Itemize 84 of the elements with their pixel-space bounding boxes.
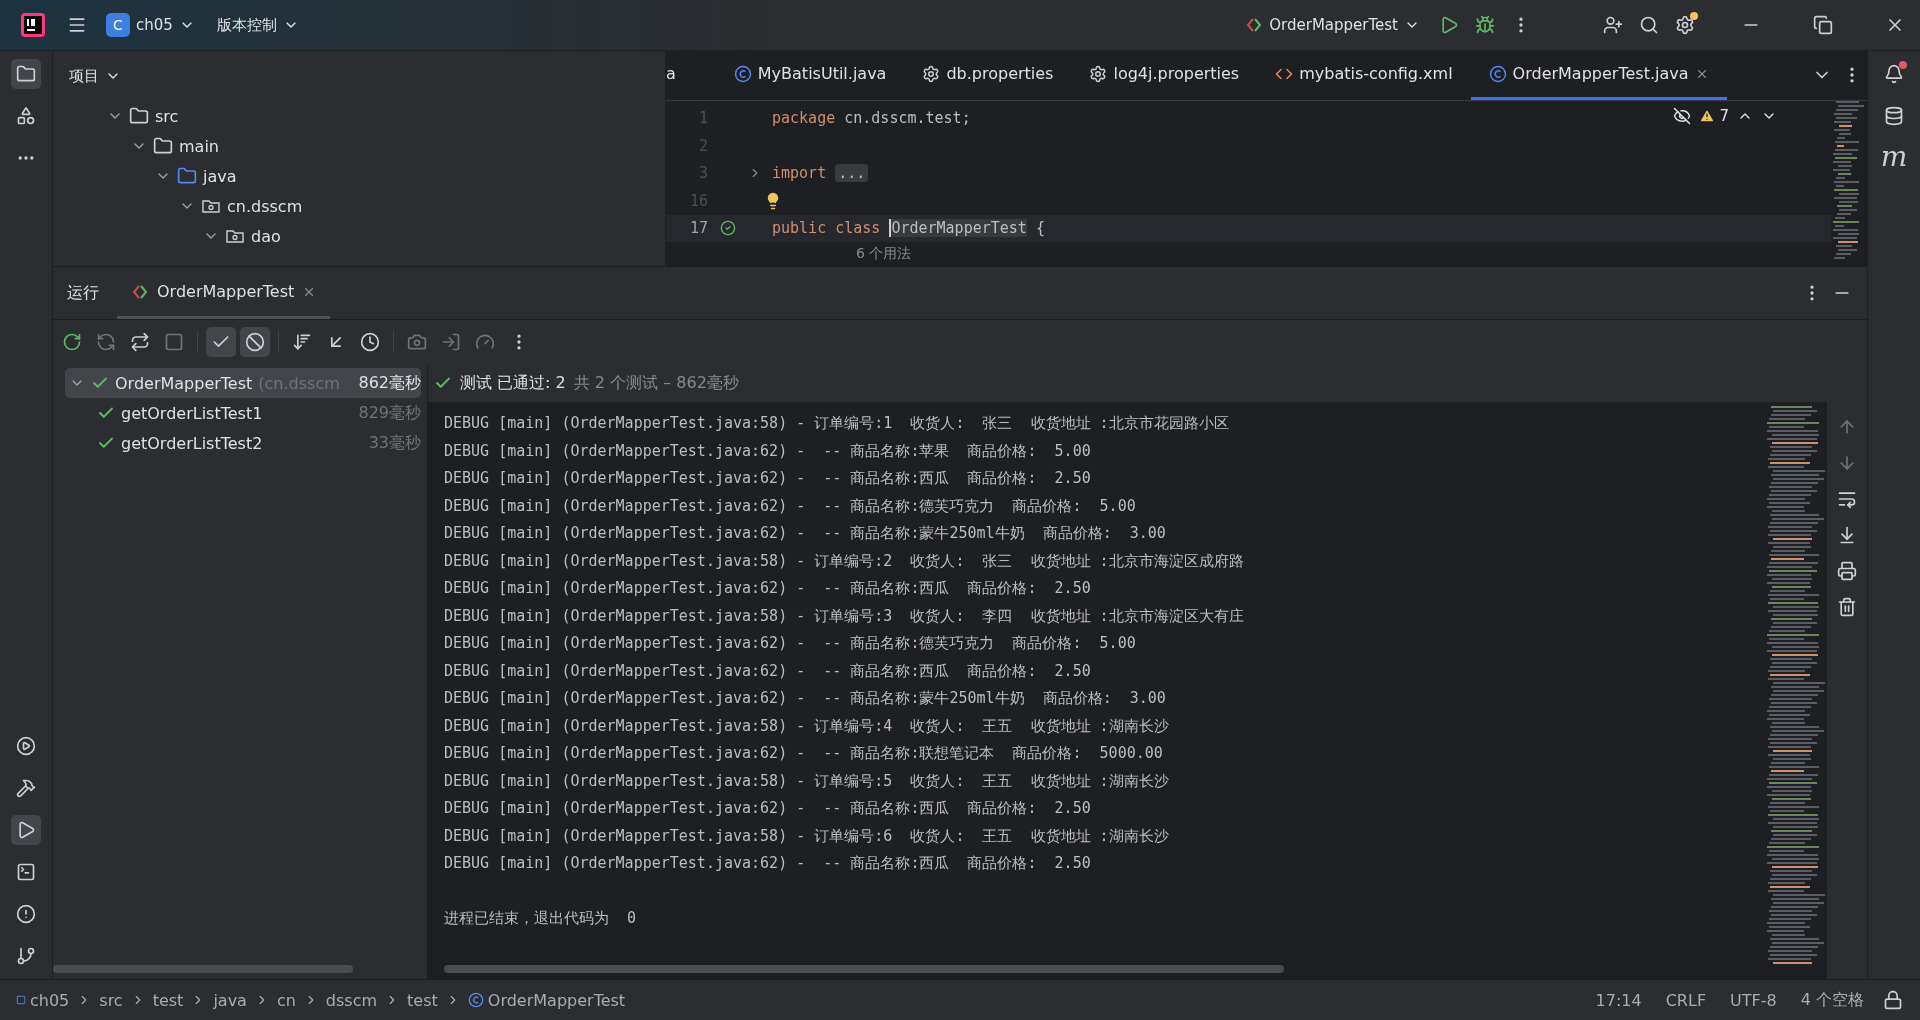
editor-tab[interactable]: a (666, 51, 676, 100)
breadcrumb[interactable]: cn (272, 988, 300, 1012)
show-passed-icon[interactable] (206, 327, 236, 357)
run-config-selector[interactable]: OrderMapperTest (1237, 11, 1428, 39)
log-line: DEBUG [main] (OrderMapperTest.java:58) - 订单编号:1 收货人: 张三 收货地址 :北京市花园路小区 (444, 413, 1230, 434)
code-line: public class OrderMapperTest { (772, 219, 1045, 238)
log-line: DEBUG [main] (OrderMapperTest.java:58) - 订单编号:6 收货人: 王五 收货地址 :湖南长沙 (444, 825, 1170, 847)
log-line: DEBUG [main] (OrderMapperTest.java:62) - -- 商品名称:蒙牛250ml牛奶 商品价格: 3.00 (444, 523, 1167, 544)
breadcrumb[interactable]: OrderMapperTest (463, 988, 630, 1012)
caret-position[interactable]: 17:14 (1585, 988, 1652, 1012)
folder-icon (177, 166, 197, 186)
tree-item-label[interactable]: main (179, 136, 219, 156)
tree-item-label[interactable]: cn.dsscm (227, 196, 303, 216)
scrollbar[interactable] (53, 965, 353, 973)
breadcrumb[interactable]: java (209, 988, 251, 1012)
log-line: DEBUG [main] (OrderMapperTest.java:58) - 订单编号:4 收货人: 王五 收货地址 :湖南长沙 (444, 715, 1170, 737)
folder-icon (129, 106, 149, 126)
folder-icon (153, 136, 173, 156)
scrollbar[interactable] (444, 965, 1284, 973)
test-row[interactable]: getOrderListTest2 33毫秒 (65, 428, 421, 458)
test-config-icon (1245, 16, 1264, 34)
usages-hint[interactable]: 6 个用法 (856, 245, 912, 263)
app-logo[interactable] (20, 12, 46, 38)
tree-item-label[interactable]: src (155, 106, 179, 126)
class-icon (733, 64, 752, 83)
log-line: DEBUG [main] (OrderMapperTest.java:62) - -- 商品名称:西瓜 商品价格: 2.50 (444, 798, 1092, 819)
class-icon (467, 992, 484, 1008)
run-test-icon[interactable] (720, 220, 736, 237)
tree-item-label[interactable]: java (203, 166, 237, 186)
code-line: package cn.dsscm.test; (772, 109, 971, 128)
test-name: OrderMapperTest (115, 373, 253, 393)
project-selector[interactable]: C ch05 (98, 8, 203, 42)
line-number: 17 (688, 219, 708, 238)
line-ending[interactable]: CRLF (1655, 988, 1717, 1012)
test-row[interactable]: getOrderListTest1 829毫秒 (65, 398, 421, 428)
test-duration: 862毫秒 (358, 372, 421, 394)
class-icon (1488, 64, 1507, 83)
gear-icon (922, 64, 941, 83)
file-encoding[interactable]: UTF-8 (1720, 988, 1787, 1012)
log-line: DEBUG [main] (OrderMapperTest.java:62) - -- 商品名称:德芙巧克力 商品价格: 5.00 (444, 633, 1137, 654)
log-line: DEBUG [main] (OrderMapperTest.java:62) - -- 商品名称:西瓜 商品价格: 2.50 (444, 578, 1092, 599)
warnings-count[interactable]: 7 (1699, 106, 1729, 125)
test-summary: 共 2 个测试 – 862毫秒 (573, 372, 739, 394)
module-icon (16, 995, 26, 1005)
test-duration: 33毫秒 (368, 432, 421, 454)
breadcrumb[interactable]: test (148, 988, 188, 1012)
exit-message: 进程已结束，退出代码为 0 (444, 907, 638, 929)
breadcrumb[interactable]: dsscm (321, 988, 382, 1012)
code-line: import ... (772, 164, 869, 183)
run-tab[interactable]: OrderMapperTest (117, 267, 331, 319)
editor-tab[interactable]: MyBatisUtil.java (715, 51, 905, 100)
log-line: DEBUG [main] (OrderMapperTest.java:62) - -- 商品名称:德芙巧克力 商品价格: 5.00 (444, 495, 1137, 517)
log-line: DEBUG [main] (OrderMapperTest.java:62) - -- 商品名称:西瓜 商品价格: 2.50 (444, 468, 1092, 489)
test-name: getOrderListTest1 (121, 403, 263, 423)
log-line: DEBUG [main] (OrderMapperTest.java:62) - -- 商品名称:西瓜 商品价格: 2.50 (444, 660, 1092, 682)
editor-tab[interactable]: mybatis-config.xml (1257, 51, 1471, 100)
editor-tab[interactable]: db.properties (904, 51, 1072, 100)
breadcrumb[interactable]: src (95, 988, 127, 1012)
editor-tab[interactable]: OrderMapperTest.java (1470, 51, 1727, 100)
log-line: DEBUG [main] (OrderMapperTest.java:62) - -- 商品名称:苹果 商品价格: 5.00 (444, 440, 1092, 462)
test-name: getOrderListTest2 (121, 433, 263, 453)
run-icon[interactable] (11, 815, 41, 845)
vcs-menu[interactable]: 版本控制 (208, 10, 307, 40)
log-line: DEBUG [main] (OrderMapperTest.java:58) - 订单编号:5 收货人: 王五 收货地址 :湖南长沙 (444, 770, 1170, 792)
show-ignored-icon[interactable] (240, 327, 270, 357)
log-line: DEBUG [main] (OrderMapperTest.java:58) - 订单编号:2 收货人: 张三 收货地址 :北京市海淀区成府路 (444, 550, 1245, 572)
breadcrumb[interactable]: ch05 (12, 988, 74, 1012)
log-line: DEBUG [main] (OrderMapperTest.java:58) - 订单编号:3 收货人: 李四 收货地址 :北京市海淀区大有庄 (444, 605, 1245, 627)
test-duration: 829毫秒 (358, 402, 421, 424)
log-line: DEBUG [main] (OrderMapperTest.java:62) - -- 商品名称:蒙牛250ml牛奶 商品价格: 3.00 (444, 688, 1167, 709)
editor-tab[interactable]: log4j.properties (1071, 51, 1258, 100)
gear-icon (1089, 64, 1108, 83)
log-line: DEBUG [main] (OrderMapperTest.java:62) - -- 商品名称:联想笔记本 商品价格: 5000.00 (444, 743, 1164, 764)
project-icon[interactable] (11, 59, 41, 89)
maven-button[interactable]: m (1875, 143, 1913, 171)
warning-icon (1699, 107, 1716, 124)
test-status: 测试 已通过: 2 (460, 372, 566, 394)
breadcrumb[interactable]: test (403, 988, 442, 1012)
indent-setting[interactable]: 4 个空格 (1790, 987, 1874, 1013)
tree-item-label[interactable]: dao (251, 226, 281, 246)
project-view-selector[interactable]: 项目 (61, 61, 129, 91)
reader-mode-icon (1673, 106, 1692, 125)
log-line: DEBUG [main] (OrderMapperTest.java:62) - -- 商品名称:西瓜 商品价格: 2.50 (444, 853, 1092, 874)
panel-title: 运行 (66, 281, 100, 304)
